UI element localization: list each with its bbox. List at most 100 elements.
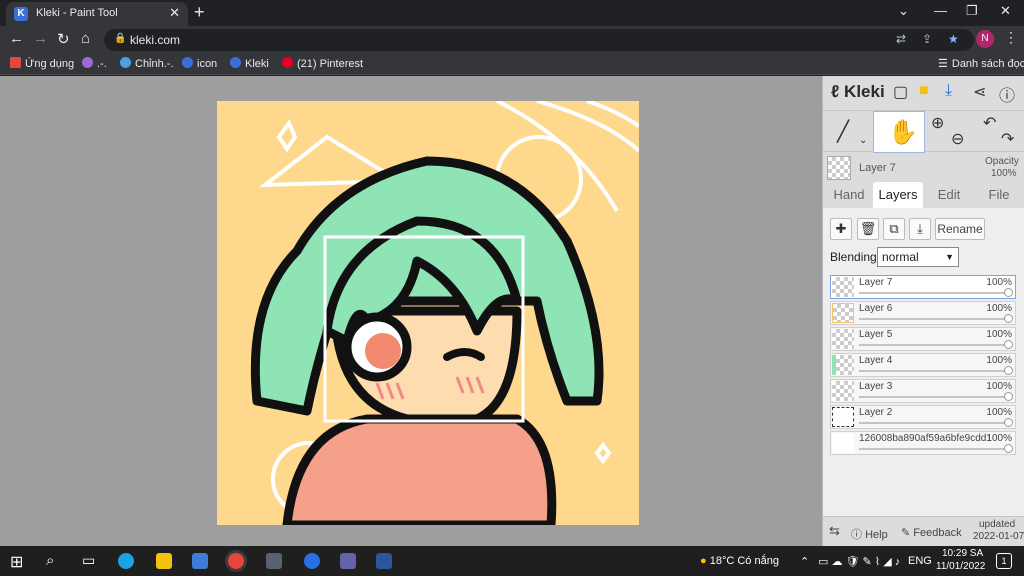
layer-row[interactable]: Layer 3 100%: [830, 379, 1016, 403]
windows-start-icon[interactable]: ⊞: [10, 552, 23, 572]
canvas-area[interactable]: [0, 76, 822, 546]
layer-opacity-slider[interactable]: [859, 370, 1009, 372]
tab-hand[interactable]: Hand: [827, 182, 871, 208]
layer-opacity-slider[interactable]: [859, 344, 1009, 346]
task-view-icon[interactable]: ▭: [82, 552, 95, 569]
drawing-canvas[interactable]: [217, 101, 639, 525]
share-icon[interactable]: ⇪: [922, 32, 932, 46]
layer-opacity-handle[interactable]: [1004, 392, 1013, 401]
layer-row[interactable]: Layer 6 100%: [830, 301, 1016, 325]
download-icon[interactable]: ⤓: [945, 82, 952, 100]
clock-date[interactable]: 11/01/2022: [936, 561, 985, 572]
layer-row[interactable]: Layer 5 100%: [830, 327, 1016, 351]
add-layer-button[interactable]: ✚: [830, 218, 852, 240]
layer-opacity-slider[interactable]: [859, 396, 1009, 398]
swap-sides-icon[interactable]: ⇆: [829, 523, 840, 539]
zoom-in-icon[interactable]: ⊕: [931, 113, 944, 133]
current-layer-info: Layer 7 Opacity 100%: [823, 154, 1024, 182]
layer-row[interactable]: Layer 7 100%: [830, 275, 1016, 299]
bookmark-item[interactable]: icon: [182, 57, 217, 70]
reload-icon[interactable]: ↻: [57, 30, 70, 48]
opacity-label: Opacity: [985, 156, 1019, 167]
blending-select[interactable]: normal ▼: [877, 247, 959, 267]
tray-icons[interactable]: ▭ ☁ 🛡 ✎ ⌇ ◢ ♪: [818, 555, 900, 568]
zalo-icon[interactable]: [304, 553, 320, 569]
file-explorer-icon[interactable]: [156, 553, 172, 569]
layer-row[interactable]: Layer 4 100%: [830, 353, 1016, 377]
layer-opacity-slider[interactable]: [859, 448, 1009, 450]
window-close-icon[interactable]: ✕: [1000, 3, 1011, 19]
layer-row[interactable]: Layer 2 100%: [830, 405, 1016, 429]
help-link[interactable]: ⓘ Help: [851, 526, 888, 542]
layer-opacity-handle[interactable]: [1004, 444, 1013, 453]
tab-edit[interactable]: Edit: [927, 182, 971, 208]
layer-opacity-slider[interactable]: [859, 318, 1009, 320]
brush-tool-icon[interactable]: ╱: [837, 119, 849, 144]
duplicate-layer-button[interactable]: ⧉: [883, 218, 905, 240]
delete-layer-button[interactable]: 🗑: [857, 218, 879, 240]
url-text[interactable]: kleki.com: [130, 33, 180, 47]
layer-opacity-handle[interactable]: [1004, 418, 1013, 427]
feedback-link[interactable]: ✎ Feedback: [901, 526, 962, 539]
home-icon[interactable]: ⌂: [81, 30, 90, 47]
search-icon[interactable]: ⌕: [46, 552, 54, 569]
save-icon[interactable]: ■: [919, 82, 929, 100]
tray-chevron-icon[interactable]: ⌃: [800, 555, 809, 568]
rename-layer-button[interactable]: Rename: [935, 218, 985, 240]
help-icon[interactable]: ⓘ: [999, 82, 1015, 106]
microsoft-store-icon[interactable]: [192, 553, 208, 569]
bookmark-label: (21) Pinterest: [297, 58, 364, 70]
zoom-out-icon[interactable]: ⊖: [951, 129, 964, 149]
reading-list[interactable]: ☰ Danh sách đọc: [938, 57, 1024, 70]
redo-icon[interactable]: ↷: [1001, 129, 1014, 149]
layer-opacity-handle[interactable]: [1004, 340, 1013, 349]
bookmark-item[interactable]: (21) Pinterest: [282, 57, 363, 70]
tab-close-icon[interactable]: ✕: [169, 5, 180, 21]
bookmark-item[interactable]: Chỉnh.-.: [120, 57, 174, 70]
address-bar[interactable]: 🔒 kleki.com ⇄ ⇪ ★: [104, 29, 974, 51]
layer-thumbnail: [832, 407, 854, 427]
bookmark-label: .-.: [97, 58, 107, 70]
layer-row[interactable]: 126008ba890af59a6bfe9cdd1 100%: [830, 431, 1016, 455]
chrome-icon[interactable]: [228, 553, 244, 569]
bookmark-item[interactable]: Kleki: [230, 57, 269, 70]
lock-icon[interactable]: 🔒: [114, 33, 126, 44]
layers-pane: ✚ 🗑 ⧉ ⤓ Rename Blending normal ▼ Layer 7 …: [823, 208, 1024, 516]
bookmarks-bar: Ứng dụng .-. Chỉnh.-. icon Kleki (21) Pi…: [0, 53, 1024, 75]
bookmark-label: Ứng dụng: [25, 58, 75, 70]
browser-tab-kleki[interactable]: K Kleki - Paint Tool ✕: [6, 2, 188, 26]
back-icon[interactable]: ←: [9, 30, 24, 47]
camera-icon[interactable]: [266, 553, 282, 569]
minimize-icon[interactable]: —: [934, 3, 947, 18]
merge-down-button[interactable]: ⤓: [909, 218, 931, 240]
bookmark-apps[interactable]: Ứng dụng: [10, 57, 74, 70]
hand-tool-button[interactable]: ✋: [873, 111, 925, 153]
weather-widget[interactable]: ● 18°C Có nắng: [700, 555, 779, 567]
brush-dropdown-icon[interactable]: ⌄: [859, 135, 867, 146]
forward-icon[interactable]: →: [33, 30, 48, 47]
share-icon[interactable]: ⋖: [973, 82, 986, 102]
new-tab-icon[interactable]: +: [194, 2, 205, 23]
undo-icon[interactable]: ↶: [983, 113, 996, 133]
profile-avatar[interactable]: N: [976, 30, 994, 48]
layer-opacity-handle[interactable]: [1004, 314, 1013, 323]
layer-opacity-slider[interactable]: [859, 422, 1009, 424]
translate-icon[interactable]: ⇄: [896, 32, 906, 46]
maximize-icon[interactable]: ❐: [966, 3, 978, 19]
new-image-icon[interactable]: ▢: [893, 82, 908, 102]
bookmark-item[interactable]: .-.: [82, 57, 107, 70]
tab-file[interactable]: File: [977, 182, 1021, 208]
language-indicator[interactable]: ENG: [908, 555, 932, 567]
clock-time[interactable]: 10:29 SA: [942, 548, 983, 559]
layer-opacity-handle[interactable]: [1004, 366, 1013, 375]
bookmark-star-icon[interactable]: ★: [948, 32, 959, 46]
notification-center-icon[interactable]: 1: [996, 553, 1012, 569]
edge-icon[interactable]: [118, 553, 134, 569]
layer-opacity-handle[interactable]: [1004, 288, 1013, 297]
layer-opacity-slider[interactable]: [859, 292, 1009, 294]
word-icon[interactable]: [376, 553, 392, 569]
teams-icon[interactable]: [340, 553, 356, 569]
tab-search-icon[interactable]: ⌄: [898, 3, 909, 19]
tab-layers[interactable]: Layers: [873, 182, 923, 208]
browser-menu-icon[interactable]: ⋮: [1004, 29, 1018, 46]
